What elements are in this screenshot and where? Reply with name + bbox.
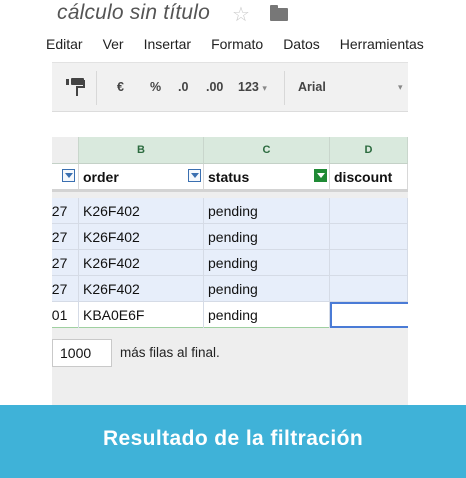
table-row: 427 K26F402 pending	[52, 224, 408, 250]
decrease-decimals-button[interactable]: .0	[178, 80, 188, 94]
menu-ver[interactable]: Ver	[103, 36, 124, 52]
cell-status[interactable]: pending	[204, 224, 330, 250]
cell-status[interactable]: pending	[204, 250, 330, 276]
cell-order[interactable]: K26F402	[79, 198, 204, 224]
menu-insertar[interactable]: Insertar	[144, 36, 191, 52]
percent-format-button[interactable]: %	[150, 80, 161, 94]
add-rows-input[interactable]: 1000	[52, 339, 112, 367]
add-rows-label: más filas al final.	[120, 345, 220, 360]
chevron-down-icon[interactable]: ▾	[398, 82, 403, 93]
cell-discount[interactable]	[330, 198, 408, 224]
cell-discount[interactable]	[330, 250, 408, 276]
cell-status[interactable]: pending	[204, 276, 330, 302]
toolbar-separator	[284, 71, 285, 105]
caption-text: Resultado de la filtración	[102, 427, 364, 450]
header-cell-discount[interactable]: discount	[330, 164, 408, 189]
filter-icon[interactable]	[62, 169, 75, 182]
add-rows-control: 1000 más filas al final.	[52, 335, 408, 375]
cell-order[interactable]: K26F402	[79, 276, 204, 302]
cell-order[interactable]: K26F402	[79, 224, 204, 250]
spreadsheet-grid: B C D order status discount 427 K26F402 …	[52, 137, 408, 405]
header-discount-label: discount	[334, 169, 393, 185]
toolbar-separator	[96, 71, 97, 105]
column-header-d[interactable]: D	[330, 137, 408, 164]
cell-a[interactable]: 427	[52, 250, 79, 276]
folder-icon[interactable]	[270, 5, 288, 21]
toolbar: € % .0 .00 123 ▾ Arial ▾	[52, 62, 408, 112]
menu-editar[interactable]: Editar	[46, 36, 83, 52]
table-row: 427 K26F402 pending	[52, 276, 408, 302]
column-header-b[interactable]: B	[79, 137, 204, 164]
cell-discount[interactable]	[330, 276, 408, 302]
header-status-label: status	[208, 169, 250, 185]
number-format-button[interactable]: 123 ▾	[238, 80, 267, 94]
column-header-c[interactable]: C	[204, 137, 330, 164]
document-title[interactable]: cálculo sin título	[57, 1, 210, 25]
header-order-label: order	[83, 169, 119, 185]
cell-discount[interactable]	[330, 224, 408, 250]
header-cell-status[interactable]: status	[204, 164, 330, 189]
increase-decimals-button[interactable]: .00	[206, 80, 223, 94]
filter-active-icon[interactable]	[314, 169, 327, 182]
paint-format-icon[interactable]	[66, 76, 88, 98]
header-cell[interactable]	[52, 164, 79, 189]
cell-order[interactable]: K26F402	[79, 250, 204, 276]
table-row: 427 K26F402 pending	[52, 250, 408, 276]
column-header-a[interactable]	[52, 137, 79, 164]
cell-order[interactable]: KBA0E6F	[79, 302, 204, 328]
menu-bar: Editar Ver Insertar Formato Datos Herram…	[46, 30, 466, 58]
font-selector[interactable]: Arial	[298, 80, 326, 94]
menu-herramientas[interactable]: Herramientas	[340, 36, 424, 52]
cell-a[interactable]: 427	[52, 276, 79, 302]
currency-format-button[interactable]: €	[117, 80, 124, 94]
menu-datos[interactable]: Datos	[283, 36, 320, 52]
cell-a[interactable]: 301	[52, 302, 79, 328]
cell-status[interactable]: pending	[204, 198, 330, 224]
table-row: 301 KBA0E6F pending	[52, 302, 408, 328]
cell-a[interactable]: 427	[52, 224, 79, 250]
menu-formato[interactable]: Formato	[211, 36, 263, 52]
cell-status[interactable]: pending	[204, 302, 330, 328]
frozen-header-row: order status discount	[52, 164, 408, 192]
title-bar: cálculo sin título ☆	[0, 0, 466, 30]
star-icon[interactable]: ☆	[232, 2, 250, 27]
cell-a[interactable]: 427	[52, 198, 79, 224]
chevron-down-icon: ▾	[262, 83, 267, 93]
selected-cell-discount[interactable]	[330, 302, 408, 328]
filter-icon[interactable]	[188, 169, 201, 182]
number-format-label: 123	[238, 80, 259, 94]
header-cell-order[interactable]: order	[79, 164, 204, 189]
table-row: 427 K26F402 pending	[52, 198, 408, 224]
caption-banner: Resultado de la filtración	[0, 405, 466, 478]
